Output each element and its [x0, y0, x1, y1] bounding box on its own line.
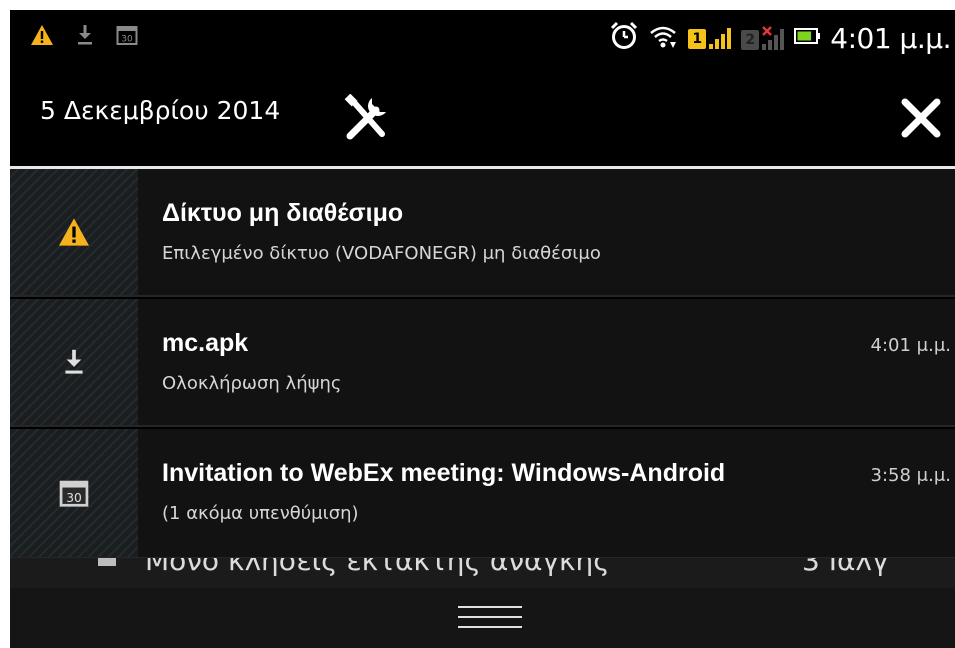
warning-icon — [59, 218, 89, 246]
background-row-text: Μόνο κλήσεις έκτακτης ανάγκης — [145, 558, 610, 577]
notification-time: 4:01 μ.μ. — [862, 335, 951, 356]
calendar-icon: 30 — [59, 480, 89, 507]
wifi-icon — [648, 23, 678, 53]
checkbox-icon — [98, 558, 116, 566]
settings-tools-button[interactable] — [342, 93, 390, 142]
warning-icon — [30, 24, 54, 50]
notification-subtitle: Ολοκλήρωση λήψης — [162, 373, 342, 394]
download-icon — [76, 24, 94, 50]
notification-icon-area — [10, 169, 138, 295]
tools-icon — [344, 93, 386, 140]
close-icon — [901, 98, 941, 138]
notification-subtitle: Επιλεγμένο δίκτυο (VODAFONEGR) μη διαθέσ… — [162, 243, 601, 264]
status-bar: 30 1 2 4:01 μ.μ. — [10, 10, 955, 66]
calendar-icon: 30 — [116, 24, 138, 50]
phone-screen: 30 1 2 4:01 μ.μ. 5 Δεκεμβρίου 2014 Δίκτυ… — [10, 10, 955, 648]
notification-subtitle: (1 ακόμα υπενθύμιση) — [162, 503, 359, 524]
header-date: 5 Δεκεμβρίου 2014 — [40, 96, 281, 125]
notification-title: mc.apk — [162, 329, 249, 357]
battery-icon — [794, 27, 821, 49]
notification-time: 3:58 μ.μ. — [862, 465, 951, 486]
close-button[interactable] — [897, 94, 945, 142]
calendar-day: 30 — [66, 491, 82, 505]
download-icon — [65, 349, 83, 374]
notification-calendar-invitation[interactable]: 30 Invitation to WebEx meeting: Windows-… — [10, 429, 955, 559]
background-row-right-text: 3 Ιαλγ — [802, 558, 889, 577]
alarm-icon — [610, 21, 638, 55]
status-bar-system-icons: 1 2 4:01 μ.μ. — [610, 20, 951, 56]
background-emergency-row: Μόνο κλήσεις έκτακτης ανάγκης 3 Ιαλγ — [10, 558, 955, 588]
notification-icon-area — [10, 299, 138, 425]
sim1-badge: 1 — [688, 29, 707, 49]
sim2-no-signal-icon: 2 — [741, 26, 785, 50]
notification-network-unavailable[interactable]: Δίκτυο μη διαθέσιμο Επιλεγμένο δίκτυο (V… — [10, 169, 955, 297]
drag-handle[interactable] — [458, 606, 522, 636]
notification-title: Δίκτυο μη διαθέσιμο — [162, 199, 404, 227]
notification-icon-area: 30 — [10, 429, 138, 557]
notification-header: 5 Δεκεμβρίου 2014 — [10, 66, 955, 169]
notification-title: Invitation to WebEx meeting: Windows-And… — [162, 459, 726, 487]
status-clock: 4:01 μ.μ. — [830, 21, 951, 55]
notification-download-complete[interactable]: mc.apk Ολοκλήρωση λήψης 4:01 μ.μ. — [10, 299, 955, 427]
panel-handle-bar — [10, 588, 955, 648]
sim2-badge: 2 — [741, 30, 760, 50]
status-bar-notification-icons: 30 — [30, 24, 138, 50]
svg-text:30: 30 — [121, 35, 133, 45]
sim1-signal-icon: 1 — [688, 27, 732, 49]
